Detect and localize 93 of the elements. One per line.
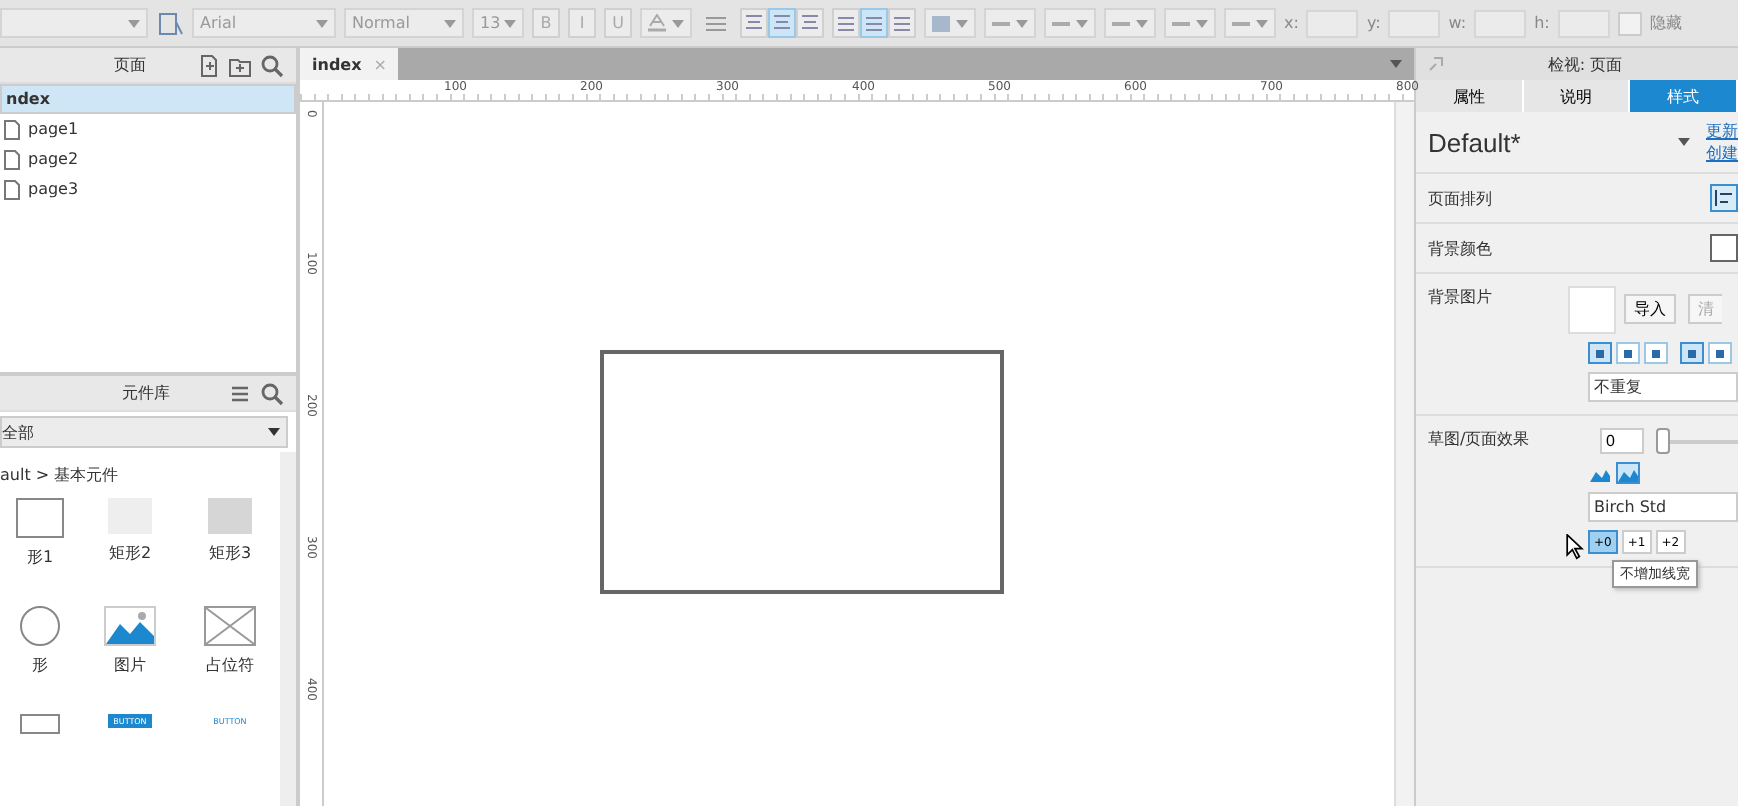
line-width-dropdown[interactable] [1104,8,1156,38]
caret-icon [672,19,684,27]
property-label: 草图/页面效果 [1428,428,1532,450]
panel-title: 检视: 页面 [1545,53,1625,75]
align-lines-icon [864,14,884,32]
property-label: 背景图片 [1428,286,1494,308]
image-align-button[interactable] [1588,342,1612,364]
vertical-align-button[interactable] [888,8,916,38]
caret-icon [956,19,968,27]
slider-thumb[interactable] [1656,428,1670,454]
align-lines-icon [744,14,764,32]
caret-icon [316,19,328,27]
widget-label: 形 [32,654,48,676]
widget-label: 图片 [114,654,146,676]
format-painter-icon[interactable] [156,9,184,37]
library-breadcrumb: ault > 基本元件 [0,464,121,488]
library-dropdown[interactable]: 全部 [0,416,288,448]
caret-icon [504,19,516,27]
font-color-dropdown[interactable] [640,8,692,38]
repeat-dropdown[interactable]: 不重复 [1588,372,1738,402]
inspector-tab[interactable]: 说明 [1523,80,1631,112]
image-align-button[interactable] [1644,342,1668,364]
line-style-dropdown[interactable] [1164,8,1216,38]
hide-label: 隐藏 [1649,12,1682,34]
align-lines-icon [892,14,912,32]
image-align-button[interactable] [1616,342,1640,364]
page-tree-item[interactable]: page3 [0,174,296,204]
align-button[interactable] [740,8,768,38]
caret-icon [1076,19,1088,27]
widget-label: 矩形2 [108,542,152,564]
widget-label: 占位符 [206,654,254,676]
ellipse-widget-icon[interactable] [20,606,60,646]
align-lines-icon [836,14,856,32]
caret-icon [1016,19,1028,27]
color-mode-button[interactable] [1616,462,1640,484]
page-tree-item[interactable]: ndex [0,84,296,114]
search-icon[interactable] [260,381,284,405]
caret-icon[interactable] [1678,138,1690,146]
menu-icon[interactable] [228,381,252,405]
image-widget-icon[interactable] [104,606,156,646]
add-page-icon[interactable] [196,53,220,77]
vertical-align-button[interactable] [860,8,888,38]
panel-title: 页面 [112,54,148,76]
vertical-align-button[interactable] [832,8,860,38]
font-color-icon [648,14,666,32]
align-lines-icon [800,14,820,32]
arrow-style-dropdown[interactable] [1224,8,1276,38]
caret-icon [268,428,280,436]
panel-title: 元件库 [120,382,172,404]
search-icon[interactable] [260,53,284,77]
page-tab[interactable]: index × [300,48,399,80]
inspector-tab[interactable]: 样式 [1630,80,1738,112]
color-swatch[interactable] [1710,234,1738,262]
align-left-icon[interactable] [1710,184,1738,212]
font-dropdown[interactable]: Birch Std [1588,492,1738,522]
style-link[interactable]: 更新 [1706,120,1738,142]
coordinate-label: y: [1366,14,1381,32]
text-field-widget-icon[interactable] [20,714,60,734]
align-lines-icon [772,14,792,32]
coordinate-label: h: [1534,14,1550,32]
property-label: 背景颜色 [1428,237,1494,259]
placeholder-widget-icon[interactable] [204,606,256,646]
align-button[interactable] [796,8,824,38]
page-tree-item[interactable]: page1 [0,114,296,144]
coordinate-label: x: [1284,14,1299,32]
caret-icon [1196,19,1208,27]
widget-label: 形1 [26,546,54,568]
line-color-dropdown[interactable] [1044,8,1096,38]
rectangle-widget-icon[interactable] [16,498,64,538]
style-link[interactable]: 创建 [1706,142,1738,164]
import-button[interactable]: 导入 [1624,294,1676,324]
caret-icon [1256,19,1268,27]
style-name[interactable]: Default* [1428,127,1521,157]
page-tree-item[interactable]: page2 [0,144,296,174]
image-align-button[interactable] [1680,342,1704,364]
hide-checkbox[interactable] [1617,11,1642,35]
coordinate-label: w: [1448,14,1467,32]
fill-color-dropdown[interactable] [924,8,976,38]
caret-icon [1136,19,1148,27]
caret-icon[interactable] [1390,60,1402,68]
rectangle-shape[interactable] [600,350,1004,594]
image-align-button[interactable] [1708,342,1732,364]
widget-label: 矩形3 [208,542,252,564]
property-label: 页面排列 [1428,187,1494,209]
sketch-value-field[interactable]: 0 [1600,428,1644,454]
caret-icon [444,19,456,27]
align-button[interactable] [768,8,796,38]
image-preview [1568,286,1616,334]
inspector-tab[interactable]: 属性 [1416,80,1524,112]
shadow-dropdown[interactable] [984,8,1036,38]
add-folder-icon[interactable] [228,53,252,77]
caret-icon [128,19,140,27]
mouse-pointer-icon [1566,534,1584,560]
